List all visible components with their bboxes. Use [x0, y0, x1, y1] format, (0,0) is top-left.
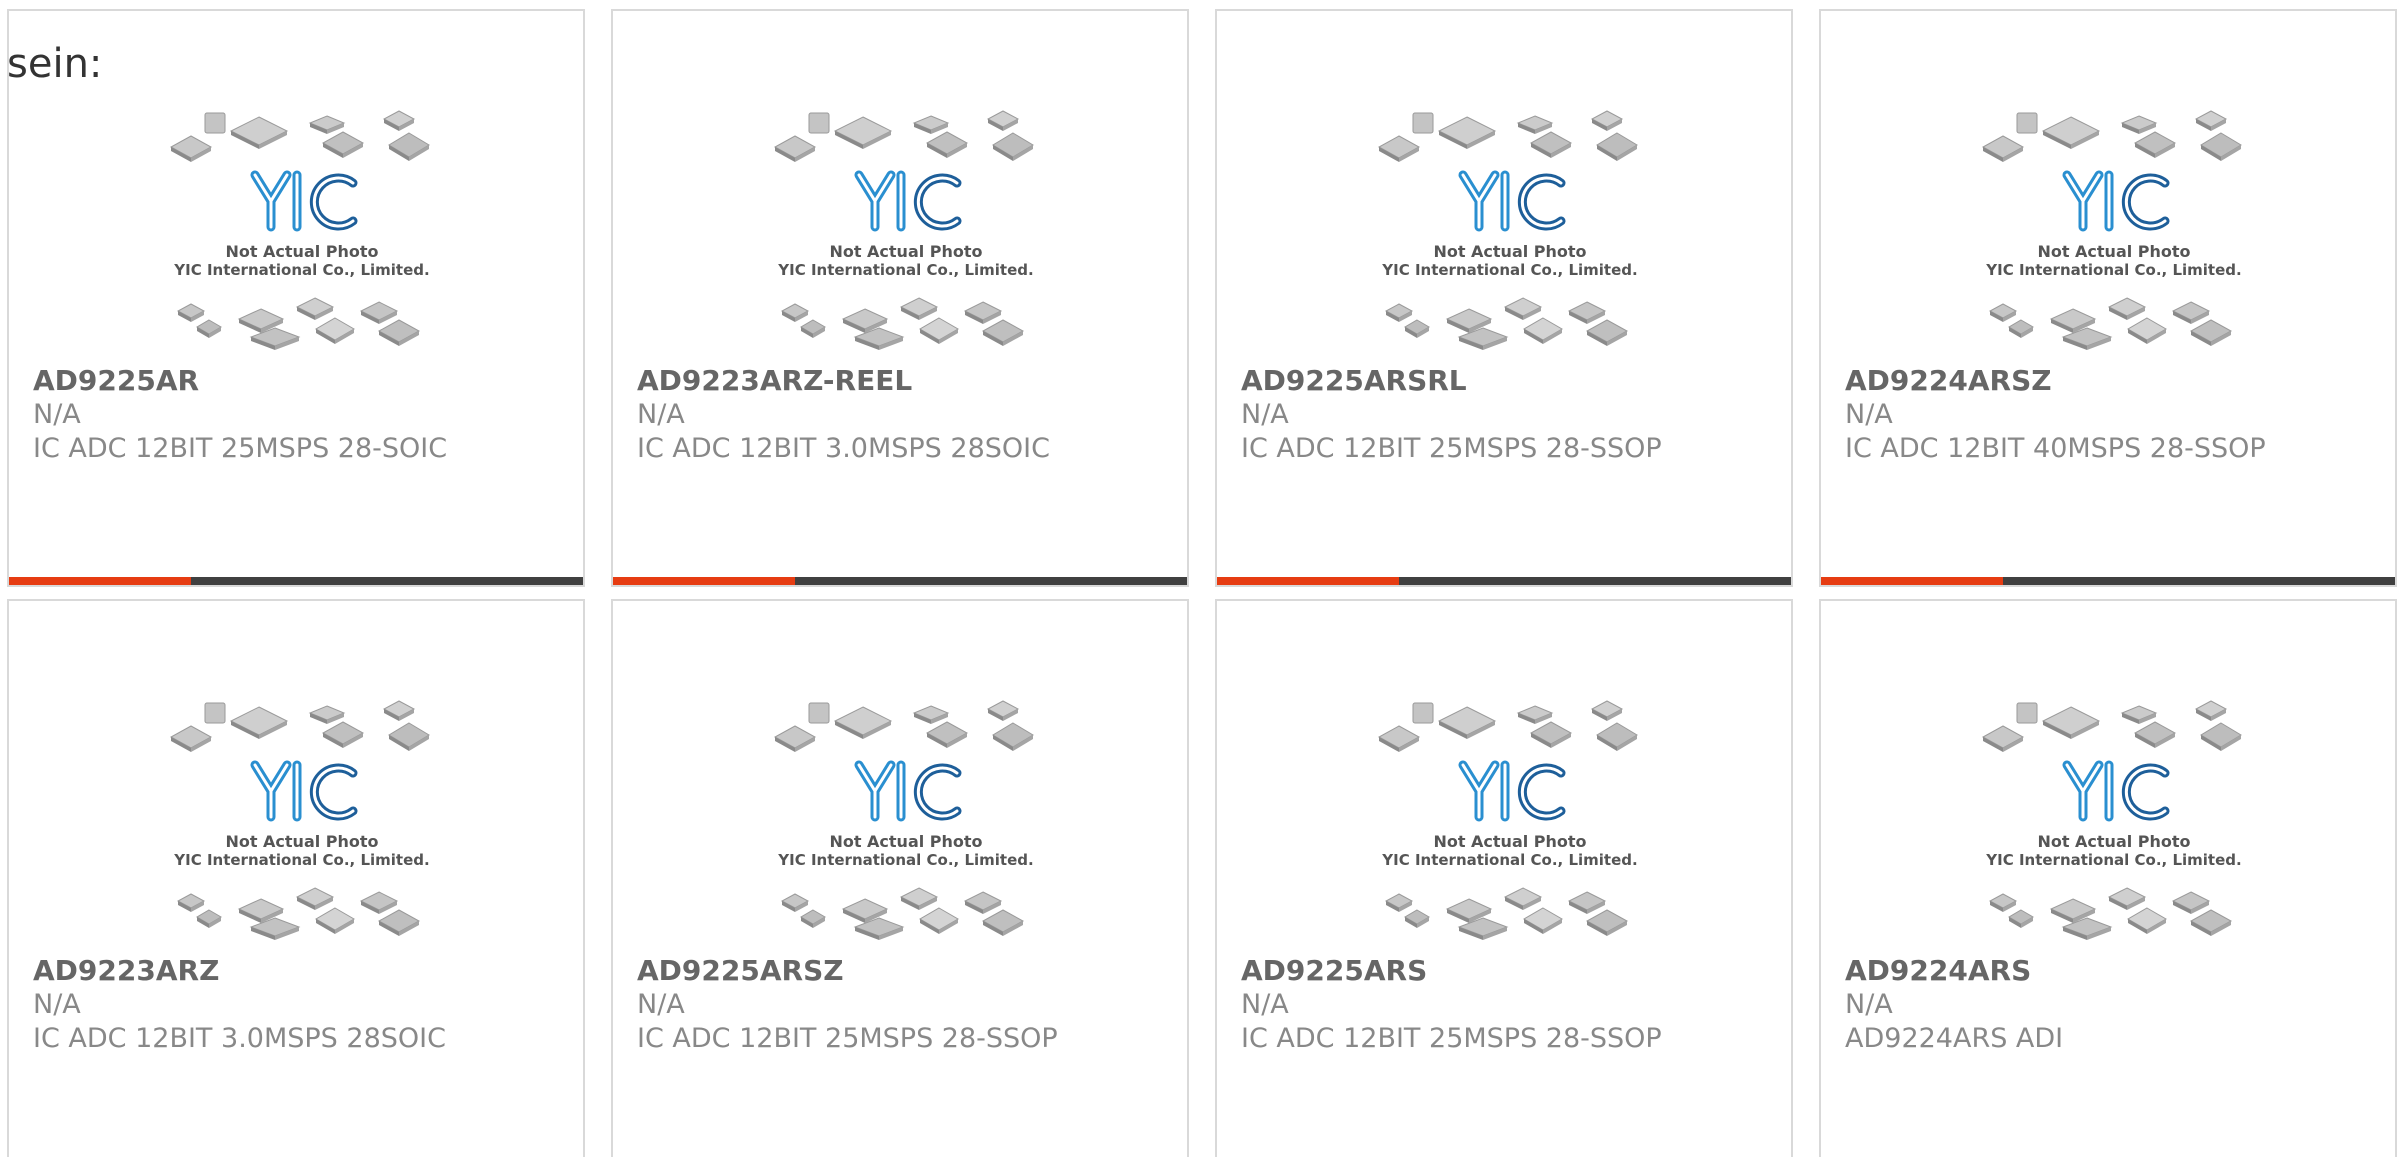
product-card[interactable]: Not Actual Photo YIC International Co., L…	[7, 9, 585, 587]
product-manufacturer: N/A	[1845, 399, 1893, 430]
not-actual-photo-graphic: Not Actual PhotoYIC International Co., L…	[773, 700, 1034, 940]
not-actual-photo-graphic: Not Actual PhotoYIC International Co., L…	[169, 110, 430, 350]
company-name-label: YIC International Co., Limited.	[1985, 261, 2241, 279]
not-actual-photo-label: Not Actual Photo	[1433, 832, 1586, 851]
company-name-label: YIC International Co., Limited.	[1381, 261, 1637, 279]
product-manufacturer: N/A	[1241, 989, 1289, 1020]
chip-cluster-top	[169, 700, 430, 752]
card-accent-bar	[1217, 577, 1399, 585]
yic-logo-icon	[1458, 170, 1566, 232]
product-grid-page: sein: Not Actual Photo YIC International …	[0, 0, 2400, 1157]
not-actual-photo-label: Not Actual Photo	[225, 242, 378, 261]
company-name-label: YIC International Co., Limited.	[777, 261, 1033, 279]
not-actual-photo-graphic: Not Actual PhotoYIC International Co., L…	[169, 700, 430, 940]
chip-cluster-top	[1981, 110, 2242, 162]
chip-cluster-bottom	[1384, 297, 1629, 350]
product-placeholder-image[interactable]: Not Actual Photo YIC International Co., L…	[1375, 695, 1645, 943]
chip-cluster-bottom	[1988, 297, 2233, 350]
product-placeholder-image[interactable]: Not Actual Photo YIC International Co., L…	[167, 695, 437, 943]
chip-cluster-top	[169, 110, 430, 162]
card-accent-bar	[1821, 577, 2003, 585]
chip-cluster-top	[773, 110, 1034, 162]
product-part-number[interactable]: AD9225ARS	[1241, 953, 1427, 989]
product-part-number[interactable]: AD9225ARSZ	[637, 953, 844, 989]
not-actual-photo-graphic: Not Actual PhotoYIC International Co., L…	[1981, 700, 2242, 940]
not-actual-photo-graphic: Not Actual PhotoYIC International Co., L…	[1377, 700, 1638, 940]
product-card[interactable]: Not Actual Photo YIC International Co., L…	[1215, 599, 1793, 1157]
chip-cluster-top	[773, 700, 1034, 752]
product-part-number[interactable]: AD9225AR	[33, 363, 199, 399]
product-description: IC ADC 12BIT 25MSPS 28-SOIC	[33, 433, 448, 464]
product-manufacturer: N/A	[33, 989, 81, 1020]
yic-logo-icon	[854, 760, 962, 822]
product-manufacturer: N/A	[637, 399, 685, 430]
not-actual-photo-graphic: Not Actual PhotoYIC International Co., L…	[1981, 110, 2242, 350]
not-actual-photo-label: Not Actual Photo	[829, 242, 982, 261]
company-name-label: YIC International Co., Limited.	[1985, 851, 2241, 869]
product-placeholder-image[interactable]: Not Actual Photo YIC International Co., L…	[771, 105, 1041, 353]
chip-cluster-top	[1981, 700, 2242, 752]
company-name-label: YIC International Co., Limited.	[1381, 851, 1637, 869]
product-card[interactable]: Not Actual Photo YIC International Co., L…	[1819, 599, 2397, 1157]
chip-cluster-top	[1377, 110, 1638, 162]
product-card[interactable]: Not Actual Photo YIC International Co., L…	[7, 599, 585, 1157]
card-accent-bar	[9, 577, 191, 585]
product-part-number[interactable]: AD9223ARZ-REEL	[637, 363, 912, 399]
chip-cluster-bottom	[1988, 887, 2233, 940]
not-actual-photo-label: Not Actual Photo	[225, 832, 378, 851]
chip-cluster-bottom	[780, 887, 1025, 940]
product-description: IC ADC 12BIT 25MSPS 28-SSOP	[1241, 433, 1662, 464]
chip-cluster-bottom	[176, 297, 421, 350]
product-description: IC ADC 12BIT 3.0MSPS 28SOIC	[637, 433, 1050, 464]
yic-logo-icon	[2062, 760, 2170, 822]
product-part-number[interactable]: AD9223ARZ	[33, 953, 219, 989]
not-actual-photo-label: Not Actual Photo	[1433, 242, 1586, 261]
product-description: IC ADC 12BIT 25MSPS 28-SSOP	[637, 1023, 1058, 1054]
product-part-number[interactable]: AD9224ARSZ	[1845, 363, 2052, 399]
product-manufacturer: N/A	[1845, 989, 1893, 1020]
product-placeholder-image[interactable]: Not Actual Photo YIC International Co., L…	[1979, 695, 2249, 943]
yic-logo-icon	[2062, 170, 2170, 232]
product-description: IC ADC 12BIT 3.0MSPS 28SOIC	[33, 1023, 446, 1054]
card-bottom-bar	[1217, 577, 1791, 585]
not-actual-photo-label: Not Actual Photo	[829, 832, 982, 851]
not-actual-photo-graphic: Not Actual PhotoYIC International Co., L…	[773, 110, 1034, 350]
chip-cluster-top	[1377, 700, 1638, 752]
product-description: IC ADC 12BIT 40MSPS 28-SSOP	[1845, 433, 2266, 464]
not-actual-photo-label: Not Actual Photo	[2037, 832, 2190, 851]
product-card[interactable]: Not Actual Photo YIC International Co., L…	[1215, 9, 1793, 587]
product-placeholder-image[interactable]: Not Actual Photo YIC International Co., L…	[1979, 105, 2249, 353]
product-placeholder-image[interactable]: Not Actual Photo YIC International Co., L…	[167, 105, 437, 353]
yic-logo-icon	[250, 170, 358, 232]
card-bottom-bar	[613, 577, 1187, 585]
product-placeholder-image[interactable]: Not Actual Photo YIC International Co., L…	[1375, 105, 1645, 353]
product-manufacturer: N/A	[1241, 399, 1289, 430]
product-card[interactable]: Not Actual Photo YIC International Co., L…	[1819, 9, 2397, 587]
chip-cluster-bottom	[176, 887, 421, 940]
chip-cluster-bottom	[780, 297, 1025, 350]
product-card[interactable]: Not Actual Photo YIC International Co., L…	[611, 9, 1189, 587]
product-description: AD9224ARS ADI	[1845, 1023, 2064, 1054]
not-actual-photo-label: Not Actual Photo	[2037, 242, 2190, 261]
product-manufacturer: N/A	[637, 989, 685, 1020]
product-card[interactable]: Not Actual Photo YIC International Co., L…	[611, 599, 1189, 1157]
card-bottom-bar	[1821, 577, 2395, 585]
product-description: IC ADC 12BIT 25MSPS 28-SSOP	[1241, 1023, 1662, 1054]
card-accent-bar	[613, 577, 795, 585]
chip-cluster-bottom	[1384, 887, 1629, 940]
company-name-label: YIC International Co., Limited.	[173, 261, 429, 279]
product-part-number[interactable]: AD9225ARSRL	[1241, 363, 1467, 399]
company-name-label: YIC International Co., Limited.	[777, 851, 1033, 869]
card-bottom-bar	[9, 577, 583, 585]
product-manufacturer: N/A	[33, 399, 81, 430]
section-heading: sein:	[7, 41, 103, 87]
yic-logo-icon	[1458, 760, 1566, 822]
not-actual-photo-graphic: Not Actual PhotoYIC International Co., L…	[1377, 110, 1638, 350]
company-name-label: YIC International Co., Limited.	[173, 851, 429, 869]
yic-logo-icon	[854, 170, 962, 232]
yic-logo-icon	[250, 760, 358, 822]
product-part-number[interactable]: AD9224ARS	[1845, 953, 2031, 989]
product-placeholder-image[interactable]: Not Actual Photo YIC International Co., L…	[771, 695, 1041, 943]
